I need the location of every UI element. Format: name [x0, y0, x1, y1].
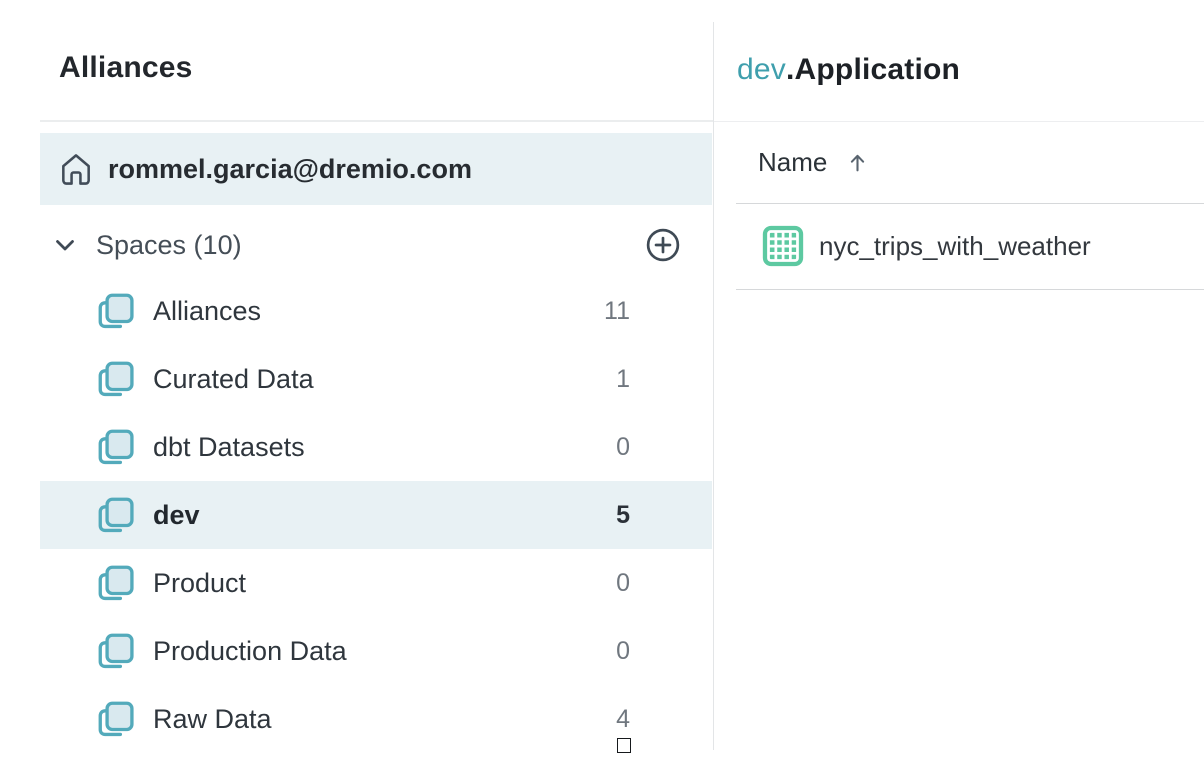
- sidebar-item-space[interactable]: Alliances 11: [40, 277, 712, 345]
- space-icon: [95, 426, 137, 468]
- space-label: Raw Data: [153, 704, 272, 735]
- dataset-name: nyc_trips_with_weather: [819, 231, 1091, 262]
- space-icon: [95, 698, 137, 740]
- dataset-table-icon: [760, 224, 806, 268]
- column-header-name[interactable]: Name: [736, 122, 1204, 204]
- dremio-catalog-screen: Alliances rommel.garcia@dremio.com Space…: [0, 0, 1204, 770]
- spaces-header-label: Spaces (10): [96, 230, 242, 261]
- sidebar: Alliances rommel.garcia@dremio.com Space…: [0, 0, 713, 770]
- space-label: dev: [153, 500, 200, 531]
- sidebar-item-home[interactable]: rommel.garcia@dremio.com: [40, 133, 712, 205]
- add-space-button[interactable]: [644, 226, 682, 264]
- column-header-label: Name: [758, 147, 827, 178]
- space-icon: [95, 630, 137, 672]
- arrow-up-icon: [845, 150, 870, 175]
- sidebar-item-space[interactable]: Curated Data 1: [40, 345, 712, 413]
- table-row-dataset[interactable]: nyc_trips_with_weather: [736, 204, 1204, 290]
- breadcrumb-entity: Application: [795, 53, 961, 86]
- space-count: 11: [604, 297, 630, 326]
- breadcrumb: dev.Application: [737, 52, 960, 88]
- space-label: dbt Datasets: [153, 432, 305, 463]
- sidebar-title: Alliances: [59, 50, 193, 86]
- chevron-down-icon[interactable]: [50, 230, 80, 260]
- breadcrumb-space-link[interactable]: dev: [737, 53, 786, 86]
- space-count: 0: [616, 433, 630, 462]
- sidebar-title-divider: [40, 120, 713, 122]
- sidebar-item-space[interactable]: Raw Data 4: [40, 685, 712, 753]
- sidebar-item-space[interactable]: dbt Datasets 0: [40, 413, 712, 481]
- space-count: 5: [616, 501, 630, 530]
- home-item-label: rommel.garcia@dremio.com: [108, 154, 472, 185]
- sidebar-item-space[interactable]: Product 0: [40, 549, 712, 617]
- space-count: 4: [616, 705, 630, 734]
- space-icon: [95, 562, 137, 604]
- breadcrumb-separator: .: [786, 53, 795, 86]
- space-label: Curated Data: [153, 364, 314, 395]
- space-label: Production Data: [153, 636, 347, 667]
- space-label: Product: [153, 568, 246, 599]
- space-count: 1: [616, 365, 630, 394]
- space-icon: [95, 494, 137, 536]
- space-count: 0: [616, 637, 630, 666]
- space-icon: [95, 358, 137, 400]
- text-cursor-artifact: [617, 738, 631, 753]
- space-label: Alliances: [153, 296, 261, 327]
- space-icon: [95, 290, 137, 332]
- sidebar-item-space-selected[interactable]: dev 5: [40, 481, 712, 549]
- main-panel: dev.Application Name nyc_trips_with_weat…: [714, 0, 1204, 770]
- home-icon: [57, 150, 95, 188]
- space-count: 0: [616, 569, 630, 598]
- sidebar-item-space[interactable]: Production Data 0: [40, 617, 712, 685]
- spaces-header: Spaces (10): [40, 222, 712, 268]
